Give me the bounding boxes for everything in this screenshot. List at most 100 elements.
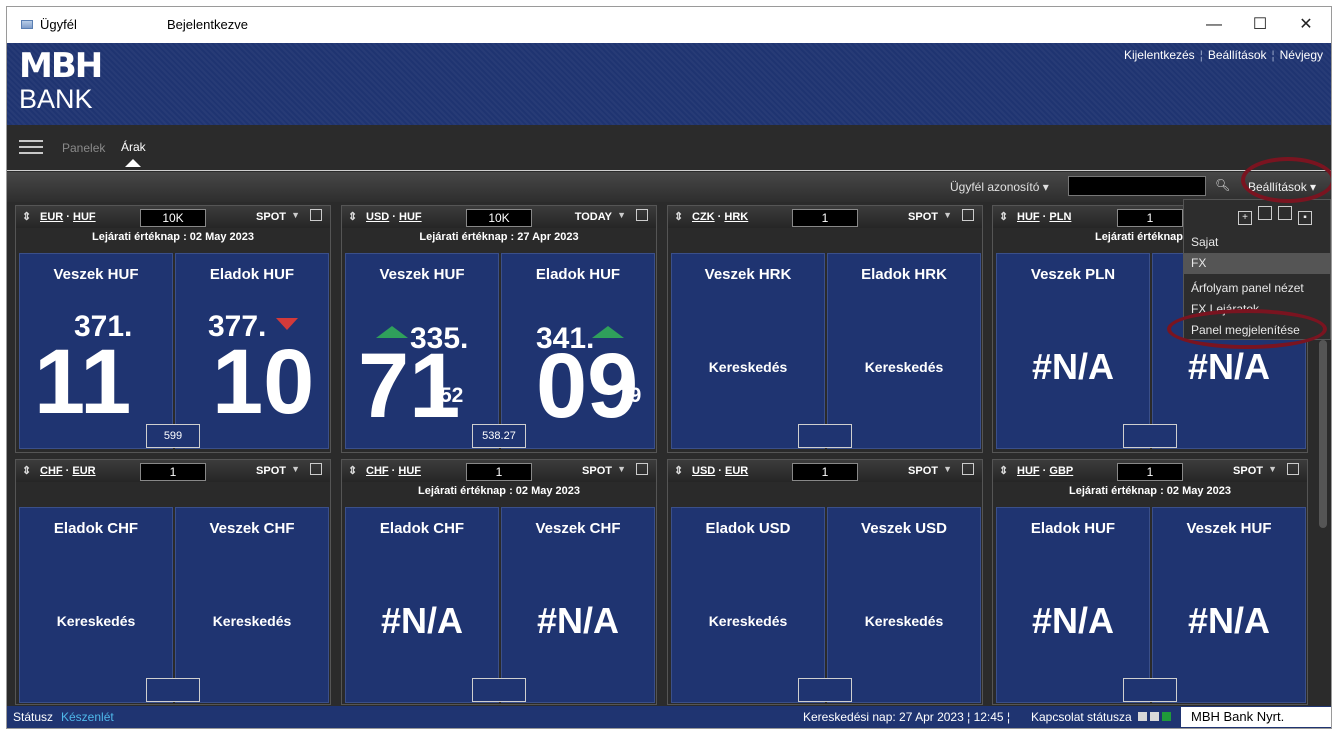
value-date bbox=[668, 228, 982, 246]
tenor-label[interactable]: SPOT bbox=[908, 211, 938, 223]
tile-title: Eladok CHF bbox=[379, 520, 465, 537]
amount-input[interactable]: 10K bbox=[466, 209, 532, 227]
sell-tile[interactable]: Veszek USD Kereskedés bbox=[827, 507, 981, 703]
minimize-button[interactable]: — bbox=[1191, 13, 1237, 37]
tile-title: Veszek HUF bbox=[379, 266, 465, 283]
tile-status: #N/A bbox=[1187, 600, 1271, 641]
currency-pair[interactable]: CHF · HUF bbox=[366, 465, 421, 477]
sell-tile[interactable]: Eladok HUF 377. 10 bbox=[175, 253, 329, 449]
swap-icon[interactable]: ⇕ bbox=[674, 464, 683, 477]
buy-tile[interactable]: Eladok USD Kereskedés bbox=[671, 507, 825, 703]
popout-icon[interactable] bbox=[310, 463, 322, 475]
rate-fractional-pips: 79 bbox=[618, 384, 642, 407]
client-id-dropdown[interactable]: Ügyfél azonosító ▾ bbox=[950, 180, 1049, 194]
search-icon[interactable]: 🔍︎ bbox=[1215, 178, 1230, 192]
tenor-label[interactable]: SPOT bbox=[582, 465, 612, 477]
amount-input[interactable]: 1 bbox=[1117, 463, 1183, 481]
currency-pair[interactable]: USD · EUR bbox=[692, 465, 748, 477]
tenor-label[interactable]: SPOT bbox=[1233, 465, 1263, 477]
popout-icon[interactable] bbox=[962, 209, 974, 221]
tile-status: Kereskedés bbox=[864, 359, 944, 375]
tab-prices[interactable]: Árak bbox=[121, 140, 146, 154]
scrollbar-thumb[interactable] bbox=[1319, 340, 1327, 528]
menu-item-rate-panel-view[interactable]: Árfolyam panel nézet bbox=[1184, 278, 1330, 299]
sell-tile[interactable]: Eladok HUF 341. 09 79 bbox=[501, 253, 655, 449]
menu-item-fx[interactable]: FX bbox=[1184, 253, 1330, 274]
sell-tile[interactable]: Veszek HUF #N/A bbox=[1152, 507, 1306, 703]
popout-icon[interactable] bbox=[310, 209, 322, 221]
tenor-dropdown-icon[interactable]: ▼ bbox=[943, 464, 952, 474]
tenor-label[interactable]: TODAY bbox=[575, 211, 612, 223]
swap-icon[interactable]: ⇕ bbox=[22, 464, 31, 477]
swap-icon[interactable]: ⇕ bbox=[999, 464, 1008, 477]
currency-pair[interactable]: CHF · EUR bbox=[40, 465, 96, 477]
copy-icon[interactable] bbox=[1278, 206, 1292, 220]
popout-icon[interactable] bbox=[636, 209, 648, 221]
popout-icon[interactable] bbox=[962, 463, 974, 475]
amount-input[interactable]: 1 bbox=[1117, 209, 1183, 227]
tenor-dropdown-icon[interactable]: ▼ bbox=[943, 210, 952, 220]
client-id-input[interactable] bbox=[1068, 176, 1206, 196]
top-links: Kijelentkezés ¦ Beállítások ¦ Névjegy bbox=[1123, 48, 1323, 62]
panel-header: ⇕ EUR · HUF 10K SPOT ▼ bbox=[16, 206, 330, 228]
popout-icon[interactable] bbox=[636, 463, 648, 475]
popout-icon[interactable] bbox=[1287, 463, 1299, 475]
buy-tile[interactable]: Eladok CHF Kereskedés bbox=[19, 507, 173, 703]
buy-tile[interactable]: Veszek HRK Kereskedés bbox=[671, 253, 825, 449]
buy-tile[interactable]: Veszek PLN #N/A bbox=[996, 253, 1150, 449]
currency-pair[interactable]: HUF · GBP bbox=[1017, 465, 1073, 477]
tab-panels[interactable]: Panelek bbox=[62, 141, 105, 155]
swap-icon[interactable]: ⇕ bbox=[22, 210, 31, 223]
settings-link[interactable]: Beállítások bbox=[1208, 48, 1267, 62]
amount-input[interactable]: 1 bbox=[792, 463, 858, 481]
maximize-button[interactable]: ☐ bbox=[1237, 13, 1283, 37]
hamburger-menu-icon[interactable] bbox=[19, 140, 43, 154]
tenor-dropdown-icon[interactable]: ▼ bbox=[617, 210, 626, 220]
fx-panel: ⇕ CZK · HRK 1 SPOT ▼ Veszek HRK Kereskedés Elad… bbox=[667, 205, 983, 453]
tenor-label[interactable]: SPOT bbox=[908, 465, 938, 477]
value-date: Lejárati értéknap : 02 May 2023 bbox=[1068, 485, 1232, 497]
swap-icon[interactable]: ⇕ bbox=[674, 210, 683, 223]
tile-status: Kereskedés bbox=[708, 359, 788, 375]
swap-icon[interactable]: ⇕ bbox=[348, 464, 357, 477]
tile-title: Veszek CHF bbox=[535, 520, 621, 537]
business-card-link[interactable]: Névjegy bbox=[1280, 48, 1323, 62]
swap-icon[interactable]: ⇕ bbox=[348, 210, 357, 223]
save-icon[interactable]: ▪ bbox=[1298, 211, 1312, 225]
tenor-dropdown-icon[interactable]: ▼ bbox=[291, 464, 300, 474]
currency-pair[interactable]: EUR · HUF bbox=[40, 211, 96, 223]
currency-pair[interactable]: USD · HUF bbox=[366, 211, 422, 223]
close-button[interactable]: ✕ bbox=[1283, 13, 1329, 37]
tenor-label[interactable]: SPOT bbox=[256, 211, 286, 223]
buy-tile[interactable]: Veszek HUF 335. 71 52 bbox=[345, 253, 499, 449]
sell-tile[interactable]: Veszek CHF Kereskedés bbox=[175, 507, 329, 703]
currency-pair[interactable]: HUF · PLN bbox=[1017, 211, 1071, 223]
buy-tile[interactable]: Eladok CHF #N/A bbox=[345, 507, 499, 703]
sell-tile[interactable]: Eladok HRK Kereskedés bbox=[827, 253, 981, 449]
sell-tile[interactable]: Veszek CHF #N/A bbox=[501, 507, 655, 703]
menu-item-sajat[interactable]: Sajat bbox=[1184, 232, 1330, 253]
value-date: Lejárati értéknap : 02 May 2023 bbox=[417, 485, 581, 497]
tile-title: Veszek HUF bbox=[53, 266, 139, 283]
currency-pair[interactable]: CZK · HRK bbox=[692, 211, 748, 223]
tile-title: Eladok CHF bbox=[53, 520, 139, 537]
panel-header: ⇕ CHF · EUR 1 SPOT ▼ bbox=[16, 460, 330, 482]
amount-input[interactable]: 1 bbox=[792, 209, 858, 227]
tenor-dropdown-icon[interactable]: ▼ bbox=[291, 210, 300, 220]
swap-icon[interactable]: ⇕ bbox=[999, 210, 1008, 223]
toolbar: Ügyfél azonosító ▾ 🔍︎ Beállítások ▾ bbox=[7, 172, 1331, 202]
amount-input[interactable]: 1 bbox=[466, 463, 532, 481]
logout-link[interactable]: Kijelentkezés bbox=[1124, 48, 1195, 62]
tile-status: Kereskedés bbox=[708, 613, 788, 629]
buy-tile[interactable]: Veszek HUF 371. 11 bbox=[19, 253, 173, 449]
add-icon[interactable]: + bbox=[1238, 211, 1252, 225]
amount-input[interactable]: 1 bbox=[140, 463, 206, 481]
highlight-show-panel bbox=[1167, 309, 1327, 349]
login-status: Bejelentkezve bbox=[167, 17, 248, 32]
amount-input[interactable]: 10K bbox=[140, 209, 206, 227]
tenor-label[interactable]: SPOT bbox=[256, 465, 286, 477]
tenor-dropdown-icon[interactable]: ▼ bbox=[1268, 464, 1277, 474]
layout-icon[interactable] bbox=[1258, 206, 1272, 220]
tenor-dropdown-icon[interactable]: ▼ bbox=[617, 464, 626, 474]
buy-tile[interactable]: Eladok HUF #N/A bbox=[996, 507, 1150, 703]
